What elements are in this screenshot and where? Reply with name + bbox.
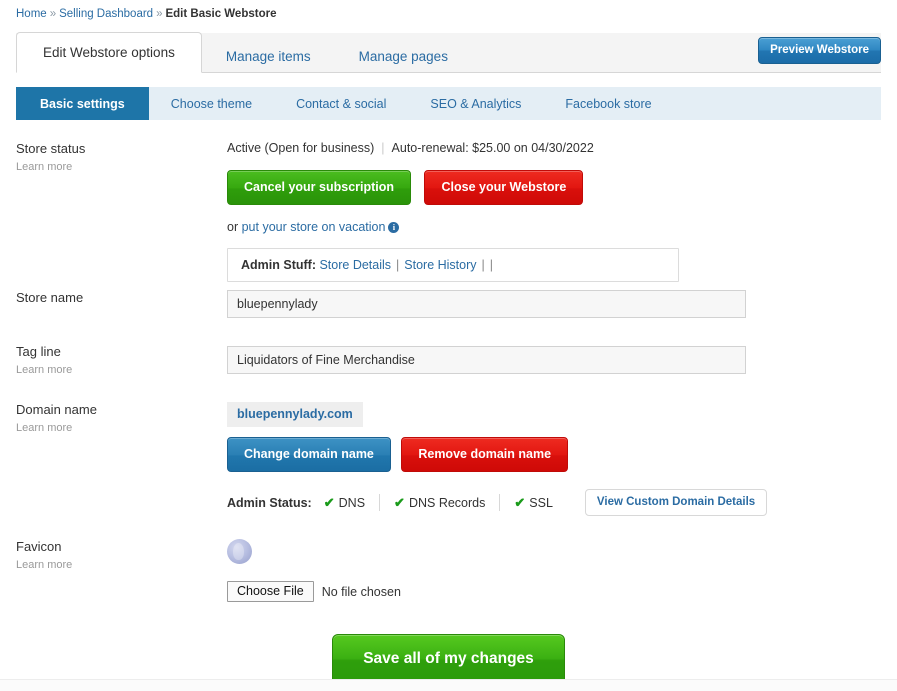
tag-line-row: Tag line Learn more — [0, 344, 897, 376]
store-history-link[interactable]: Store History — [404, 258, 476, 272]
admin-pipe-3: | — [489, 258, 494, 272]
close-webstore-button[interactable]: Close your Webstore — [424, 170, 584, 205]
status-item-ssl-label: SSL — [529, 495, 553, 510]
choose-file-button[interactable]: Choose File — [227, 581, 314, 602]
tab-manage-items[interactable]: Manage items — [202, 40, 335, 73]
view-custom-domain-details-button[interactable]: View Custom Domain Details — [584, 489, 768, 516]
subnav-item-seo-analytics[interactable]: SEO & Analytics — [408, 87, 543, 120]
tag-line-input[interactable] — [227, 346, 746, 374]
favicon-label-col: Favicon Learn more — [16, 539, 216, 572]
check-icon: ✔ — [323, 494, 335, 510]
breadcrumb-separator-2: » — [156, 8, 163, 20]
store-name-label: Store name — [16, 290, 84, 305]
tag-line-label-col: Tag line Learn more — [16, 344, 216, 377]
vacation-line: or put your store on vacation i — [227, 220, 679, 234]
store-name-field-col — [227, 290, 746, 318]
breadcrumb-separator-1: » — [49, 8, 57, 20]
primary-tabbar: Edit Webstore options Manage items Manag… — [16, 32, 881, 73]
remove-domain-name-button[interactable]: Remove domain name — [401, 437, 569, 472]
tag-line-label: Tag line — [16, 344, 61, 359]
store-name-label-col: Store name — [16, 290, 216, 306]
admin-pipe-2: | — [481, 258, 485, 272]
primary-tabs: Edit Webstore options Manage items Manag… — [16, 32, 472, 73]
subnav-item-facebook-store[interactable]: Facebook store — [543, 87, 673, 120]
domain-actions: Change domain name Remove domain name — [227, 437, 767, 472]
breadcrumb-home[interactable]: Home — [16, 8, 47, 20]
store-status-actions: Cancel your subscription Close your Webs… — [227, 170, 679, 205]
tag-line-learn-more[interactable]: Learn more — [16, 363, 216, 377]
favicon-file-chooser: Choose File No file chosen — [227, 581, 401, 602]
domain-name-badge: bluepennylady.com — [227, 402, 363, 427]
save-all-changes-button[interactable]: Save all of my changes — [332, 634, 565, 685]
favicon-preview-icon — [227, 539, 252, 564]
no-file-chosen-text: No file chosen — [321, 584, 401, 599]
domain-name-label: Domain name — [16, 402, 97, 417]
store-name-input[interactable] — [227, 290, 746, 318]
webstore-settings-page: Home» Selling Dashboard» Edit Basic Websto… — [0, 0, 897, 691]
secondary-nav: Basic settings Choose theme Contact & so… — [16, 87, 881, 120]
favicon-learn-more[interactable]: Learn more — [16, 558, 216, 572]
admin-pipe-1: | — [396, 258, 400, 272]
status-item-ssl: ✔ SSL — [500, 495, 567, 511]
store-status-state: Active (Open for business) — [227, 141, 375, 155]
store-status-learn-more[interactable]: Learn more — [16, 160, 216, 174]
domain-name-label-col: Domain name Learn more — [16, 402, 216, 435]
status-divider: | — [381, 141, 385, 155]
admin-stuff-label: Admin Stuff: — [241, 258, 316, 272]
cancel-subscription-button[interactable]: Cancel your subscription — [227, 170, 412, 205]
status-item-dns-label: DNS — [338, 495, 366, 510]
tab-edit-webstore-options[interactable]: Edit Webstore options — [16, 32, 202, 73]
breadcrumb: Home» Selling Dashboard» Edit Basic Websto… — [16, 7, 276, 21]
check-icon: ✔ — [394, 494, 405, 510]
store-status-fields: Active (Open for business) | Auto-renewal:… — [227, 141, 679, 282]
admin-status-bar: Admin Status: ✔ DNS ✔ DNS Records ✔ SSL … — [227, 489, 768, 516]
put-store-on-vacation-link[interactable]: put your store on vacation — [242, 220, 386, 234]
status-item-dns-records: ✔ DNS Records — [380, 495, 499, 511]
admin-stuff-box-wrap: Admin Stuff: Store Details | Store History… — [227, 248, 679, 282]
breadcrumb-current: Edit Basic Webstore — [165, 8, 277, 20]
subnav-item-contact-social[interactable]: Contact & social — [274, 87, 408, 120]
change-domain-name-button[interactable]: Change domain name — [227, 437, 391, 472]
footer-strip — [0, 679, 897, 691]
favicon-field-col: Choose File No file chosen — [227, 539, 401, 602]
admin-status-label: Admin Status: — [227, 495, 312, 510]
subnav-item-basic-settings[interactable]: Basic settings — [16, 87, 149, 120]
preview-webstore-button[interactable]: Preview Webstore — [758, 37, 881, 64]
save-button-wrap: Save all of my changes — [0, 634, 897, 685]
status-item-dns-records-label: DNS Records — [408, 495, 486, 510]
subnav-item-choose-theme[interactable]: Choose theme — [149, 87, 274, 120]
domain-name-field-col: bluepennylady.com Change domain name Rem… — [227, 402, 768, 516]
info-icon[interactable]: i — [388, 222, 400, 233]
admin-stuff-box: Admin Stuff: Store Details | Store History… — [227, 248, 679, 282]
favicon-label: Favicon — [16, 539, 62, 554]
store-details-link[interactable]: Store Details — [319, 258, 391, 272]
vacation-or-text: or — [227, 220, 239, 234]
tab-manage-pages[interactable]: Manage pages — [335, 40, 472, 73]
status-item-dns: ✔ DNS — [324, 495, 379, 511]
domain-name-learn-more[interactable]: Learn more — [16, 421, 216, 435]
check-icon: ✔ — [514, 494, 526, 510]
store-status-label-col: Store status Learn more — [16, 141, 216, 174]
store-status-label: Store status — [16, 141, 86, 156]
tag-line-field-col — [227, 346, 897, 374]
breadcrumb-selling-dashboard[interactable]: Selling Dashboard — [59, 8, 153, 20]
store-status-renewal: Auto-renewal: $25.00 on 04/30/2022 — [391, 141, 594, 155]
store-status-summary: Active (Open for business) | Auto-renewal:… — [227, 141, 679, 155]
